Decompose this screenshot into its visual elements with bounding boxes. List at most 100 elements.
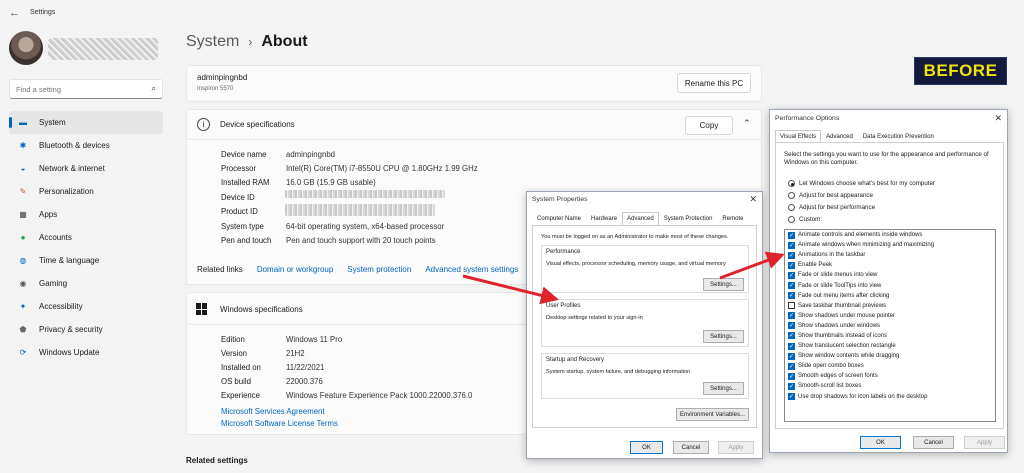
startup-recovery-settings-button[interactable]: Settings...	[703, 382, 744, 395]
ok-button[interactable]: OK	[630, 441, 663, 454]
link-license-terms[interactable]: Microsoft Software License Terms	[221, 419, 338, 428]
list-item[interactable]: ✓ Enable Peek	[785, 260, 995, 270]
checkbox[interactable]: ✓	[788, 342, 795, 350]
sidebar-item-network[interactable]: ◒ Network & internet	[9, 157, 163, 180]
spec-row: Experience Windows Feature Experience Pa…	[221, 391, 472, 400]
sidebar-item-windows-update[interactable]: ⟳ Windows Update	[9, 341, 163, 364]
checkbox[interactable]: ✓	[788, 292, 795, 300]
list-item[interactable]: ✓ Animate windows when minimizing and max…	[785, 240, 995, 250]
apply-button[interactable]: Apply	[964, 436, 1005, 449]
spec-value: 16.0 GB (15.9 GB usable)	[286, 178, 376, 187]
sidebar-item-privacy[interactable]: ⬟ Privacy & security	[9, 318, 163, 341]
checkbox[interactable]: ✓	[788, 251, 795, 259]
cancel-button[interactable]: Cancel	[673, 441, 709, 454]
tab-computer-name[interactable]: Computer Name	[532, 212, 586, 226]
breadcrumb-parent[interactable]: System	[186, 33, 239, 51]
checkbox[interactable]: ✓	[788, 261, 795, 269]
checkbox[interactable]: ✓	[788, 241, 795, 249]
effect-label: Fade or slide menus into view	[798, 272, 878, 279]
list-item[interactable]: ✓ Show window contents while dragging	[785, 351, 995, 361]
list-item[interactable]: ✓ Animations in the taskbar	[785, 250, 995, 260]
device-id-redacted	[285, 190, 445, 198]
checkbox[interactable]: ✓	[788, 352, 795, 360]
checkbox[interactable]: ✓	[788, 282, 795, 290]
ok-button[interactable]: OK	[860, 436, 901, 449]
checkbox[interactable]: ✓	[788, 372, 795, 380]
effect-label: Smooth edges of screen fonts	[798, 373, 878, 380]
sidebar-item-label: Privacy & security	[39, 325, 103, 334]
link-services-agreement[interactable]: Microsoft Services Agreement	[221, 407, 325, 416]
radio-custom[interactable]: Custom:	[788, 216, 822, 223]
list-item[interactable]: ✓ Show shadows under windows	[785, 321, 995, 331]
radio-best-performance[interactable]: Adjust for best performance	[788, 204, 875, 211]
effect-label: Animate windows when minimizing and maxi…	[798, 242, 935, 249]
radio-button[interactable]	[788, 180, 795, 187]
radio-button[interactable]	[788, 192, 795, 199]
list-item[interactable]: Save taskbar thumbnail previews	[785, 301, 995, 311]
spec-row: Device ID	[221, 193, 286, 202]
user-profiles-settings-button[interactable]: Settings...	[703, 330, 744, 343]
sidebar-item-apps[interactable]: ▦ Apps	[9, 203, 163, 226]
list-item[interactable]: ✓ Show shadows under mouse pointer	[785, 311, 995, 321]
list-item[interactable]: ✓ Show thumbnails instead of icons	[785, 331, 995, 341]
cancel-button[interactable]: Cancel	[913, 436, 954, 449]
rename-pc-button[interactable]: Rename this PC	[677, 73, 751, 93]
tab-system-protection[interactable]: System Protection	[659, 212, 718, 226]
radio-best-appearance[interactable]: Adjust for best appearance	[788, 192, 873, 199]
link-advanced-system-settings[interactable]: Advanced system settings	[425, 265, 518, 274]
chevron-up-icon[interactable]: ⌃	[743, 118, 751, 129]
close-icon[interactable]: ✕	[994, 113, 1002, 124]
sidebar-item-accounts[interactable]: ● Accounts	[9, 226, 163, 249]
performance-settings-button[interactable]: Settings...	[703, 278, 744, 291]
sidebar-item-gaming[interactable]: ◉ Gaming	[9, 272, 163, 295]
device-specs-header[interactable]: i Device specifications Copy ⌃	[186, 109, 762, 140]
apply-button[interactable]: Apply	[718, 441, 754, 454]
checkbox[interactable]: ✓	[788, 322, 795, 330]
checkbox[interactable]: ✓	[788, 312, 795, 320]
list-item[interactable]: ✓ Smooth-scroll list boxes	[785, 381, 995, 391]
wifi-icon: ◒	[20, 164, 26, 173]
radio-label: Adjust for best appearance	[799, 192, 873, 199]
link-system-protection[interactable]: System protection	[347, 265, 411, 274]
tab-remote[interactable]: Remote	[717, 212, 748, 226]
spec-label: OS build	[221, 377, 251, 386]
checkbox[interactable]: ✓	[788, 231, 795, 239]
avatar[interactable]	[9, 31, 43, 65]
list-item[interactable]: ✓ Show translucent selection rectangle	[785, 341, 995, 351]
list-item[interactable]: ✓ Fade or slide ToolTips into view	[785, 280, 995, 290]
copy-device-specs-button[interactable]: Copy	[685, 116, 733, 135]
checkbox[interactable]: ✓	[788, 362, 795, 370]
checkbox[interactable]: ✓	[788, 332, 795, 340]
sidebar-item-label: Accounts	[39, 233, 72, 242]
back-arrow-icon[interactable]: ←	[9, 7, 20, 19]
sidebar-item-time-language[interactable]: ◍ Time & language	[9, 249, 163, 272]
list-item[interactable]: ✓ Slide open combo boxes	[785, 361, 995, 371]
checkbox[interactable]: ✓	[788, 382, 795, 390]
checkbox[interactable]: ✓	[788, 271, 795, 279]
list-item[interactable]: ✓ Smooth edges of screen fonts	[785, 371, 995, 381]
sidebar-item-accessibility[interactable]: ✦ Accessibility	[9, 295, 163, 318]
tab-advanced[interactable]: Advanced	[622, 212, 659, 226]
visual-effects-list[interactable]: ✓ Animate controls and elements inside wi…	[784, 229, 996, 422]
search-icon[interactable]: ⌕	[152, 84, 156, 94]
list-item[interactable]: ✓ Use drop shadows for icon labels on the…	[785, 392, 995, 402]
chevron-right-icon: ›	[248, 35, 253, 49]
sidebar-item-system[interactable]: ▬ System	[9, 111, 163, 134]
controller-icon: ◉	[19, 279, 27, 288]
radio-let-windows-choose[interactable]: Let Windows choose what's best for my co…	[788, 180, 935, 187]
list-item[interactable]: ✓ Fade or slide menus into view	[785, 270, 995, 280]
sidebar-item-personalization[interactable]: ✎ Personalization	[9, 180, 163, 203]
checkbox[interactable]: ✓	[788, 393, 795, 401]
tab-hardware[interactable]: Hardware	[586, 212, 622, 226]
link-domain-workgroup[interactable]: Domain or workgroup	[257, 265, 333, 274]
radio-button[interactable]	[788, 216, 795, 223]
radio-button[interactable]	[788, 204, 795, 211]
list-item[interactable]: ✓ Animate controls and elements inside wi…	[785, 230, 995, 240]
list-item[interactable]: ✓ Fade out menu items after clicking	[785, 291, 995, 301]
environment-variables-button[interactable]: Environment Variables...	[676, 408, 749, 421]
search-box[interactable]: ⌕	[9, 79, 163, 99]
search-input[interactable]	[10, 80, 140, 98]
checkbox[interactable]	[788, 302, 795, 310]
sidebar-item-bluetooth[interactable]: ✱ Bluetooth & devices	[9, 134, 163, 157]
close-icon[interactable]: ✕	[749, 194, 757, 205]
